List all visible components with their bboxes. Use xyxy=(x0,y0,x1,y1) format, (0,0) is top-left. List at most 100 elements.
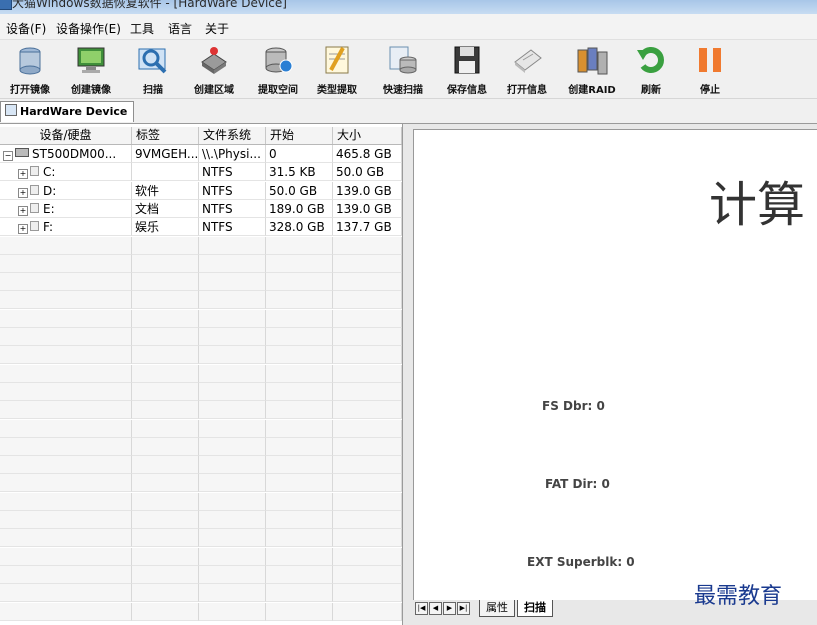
cell-size xyxy=(333,584,402,603)
partition-row[interactable]: + C: NTFS 31.5 KB 50.0 GB xyxy=(0,163,402,182)
cell-fs xyxy=(199,419,266,438)
expand-toggle-icon[interactable]: − xyxy=(3,151,13,161)
cell-size xyxy=(333,328,402,346)
create-raid-icon xyxy=(576,44,608,76)
empty-row xyxy=(0,291,402,310)
cell-name xyxy=(0,437,132,456)
next-page-icon[interactable]: ▶ xyxy=(443,602,456,615)
cell-label xyxy=(132,273,199,292)
scan-button[interactable]: 扫描 xyxy=(123,44,183,96)
stop-button[interactable]: 停止 xyxy=(680,44,740,96)
cell-name xyxy=(0,273,132,292)
cell-name xyxy=(0,309,132,328)
refresh-button[interactable]: 刷新 xyxy=(621,44,681,96)
cell-size xyxy=(333,364,402,383)
cell-start: 189.0 GB xyxy=(266,199,333,218)
column-header-filesystem[interactable]: 文件系统 xyxy=(199,127,266,144)
partition-row[interactable]: + D: 软件 NTFS 50.0 GB 139.0 GB xyxy=(0,181,402,200)
cell-label xyxy=(132,437,199,456)
cell-fs xyxy=(199,382,266,401)
quick-scan-button[interactable]: 快速扫描 xyxy=(373,44,433,96)
create-image-button[interactable]: 创建镜像 xyxy=(61,44,121,96)
cell-label xyxy=(132,565,199,584)
cell-fs xyxy=(199,437,266,456)
cell-start xyxy=(266,236,333,255)
cell-start xyxy=(266,328,333,346)
tab-properties[interactable]: 属性 xyxy=(479,600,515,617)
partition-row[interactable]: + F: 娱乐 NTFS 328.0 GB 137.7 GB xyxy=(0,218,402,237)
empty-row xyxy=(0,456,402,475)
cell-name xyxy=(0,456,132,475)
cell-start xyxy=(266,437,333,456)
cell-size: 465.8 GB xyxy=(333,145,402,163)
empty-row xyxy=(0,364,402,383)
expand-toggle-icon[interactable]: + xyxy=(18,205,28,216)
cell-label xyxy=(132,254,199,273)
grid-header: 设备/硬盘 标签 文件系统 开始 大小 xyxy=(0,127,402,145)
extract-space-button[interactable]: 提取空间 xyxy=(248,44,308,96)
last-page-icon[interactable]: ▶| xyxy=(457,602,470,615)
expand-toggle-icon[interactable]: + xyxy=(18,187,28,198)
cell-label xyxy=(132,236,199,255)
quick-scan-icon xyxy=(387,44,419,76)
create-region-label: 创建区域 xyxy=(194,85,234,96)
device-name: E: xyxy=(43,201,55,216)
cell-fs xyxy=(199,456,266,475)
toolbar: 打开镜像 创建镜像 扫描 创建区域 提取空间 类型提取 快速扫描 保存信息 打开… xyxy=(0,40,817,99)
first-page-icon[interactable]: |◀ xyxy=(415,602,428,615)
menu-about[interactable]: 关于 xyxy=(205,20,229,37)
cell-size: 139.0 GB xyxy=(333,199,402,218)
create-raid-button[interactable]: 创建RAID xyxy=(562,44,622,96)
cell-start: 31.5 KB xyxy=(266,163,333,182)
empty-row xyxy=(0,273,402,292)
column-header-start[interactable]: 开始 xyxy=(266,127,333,144)
cell-name: + F: xyxy=(0,218,132,237)
cell-label xyxy=(132,492,199,511)
cell-label xyxy=(132,456,199,475)
open-info-button[interactable]: 打开信息 xyxy=(497,44,557,96)
type-extract-label: 类型提取 xyxy=(317,85,357,96)
tab-hardware-device-label: HardWare Device xyxy=(20,105,128,118)
cell-name: − ST500DM00... xyxy=(0,145,132,163)
partition-row[interactable]: + E: 文档 NTFS 189.0 GB 139.0 GB xyxy=(0,199,402,218)
create-region-button[interactable]: 创建区域 xyxy=(184,44,244,96)
cell-fs xyxy=(199,529,266,548)
type-extract-button[interactable]: 类型提取 xyxy=(307,44,367,96)
expand-toggle-icon[interactable]: + xyxy=(18,224,28,235)
cell-size xyxy=(333,511,402,529)
cell-name xyxy=(0,291,132,310)
cell-fs xyxy=(199,547,266,566)
tab-hardware-device[interactable]: HardWare Device xyxy=(0,101,135,122)
cell-start xyxy=(266,584,333,603)
prev-page-icon[interactable]: ◀ xyxy=(429,602,442,615)
cell-fs: NTFS xyxy=(199,181,266,200)
open-image-button[interactable]: 打开镜像 xyxy=(0,44,60,96)
menu-device-operations[interactable]: 设备操作(E) xyxy=(56,20,121,37)
menu-language[interactable]: 语言 xyxy=(168,20,192,37)
create-image-icon xyxy=(75,44,107,76)
cell-size xyxy=(333,602,402,621)
create-image-label: 创建镜像 xyxy=(71,85,111,96)
disk-row[interactable]: − ST500DM00... 9VMGEH... \\.\Physi... 0 465.8… xyxy=(0,145,402,163)
cell-fs xyxy=(199,584,266,603)
expand-toggle-icon[interactable]: + xyxy=(18,169,28,180)
tab-scan[interactable]: 扫描 xyxy=(517,600,553,617)
empty-row xyxy=(0,437,402,456)
cell-size xyxy=(333,291,402,310)
column-header-device[interactable]: 设备/硬盘 xyxy=(0,127,132,144)
cell-name xyxy=(0,474,132,493)
menu-tools[interactable]: 工具 xyxy=(130,20,154,37)
empty-row xyxy=(0,328,402,346)
column-header-label[interactable]: 标签 xyxy=(132,127,199,144)
menu-device[interactable]: 设备(F) xyxy=(6,20,46,37)
cell-start: 328.0 GB xyxy=(266,218,333,237)
column-header-size[interactable]: 大小 xyxy=(333,127,402,144)
cell-size xyxy=(333,236,402,255)
cell-size xyxy=(333,419,402,438)
cell-fs xyxy=(199,236,266,255)
cell-name xyxy=(0,364,132,383)
empty-row xyxy=(0,309,402,328)
save-info-button[interactable]: 保存信息 xyxy=(437,44,497,96)
empty-row xyxy=(0,236,402,255)
cell-size xyxy=(333,401,402,420)
